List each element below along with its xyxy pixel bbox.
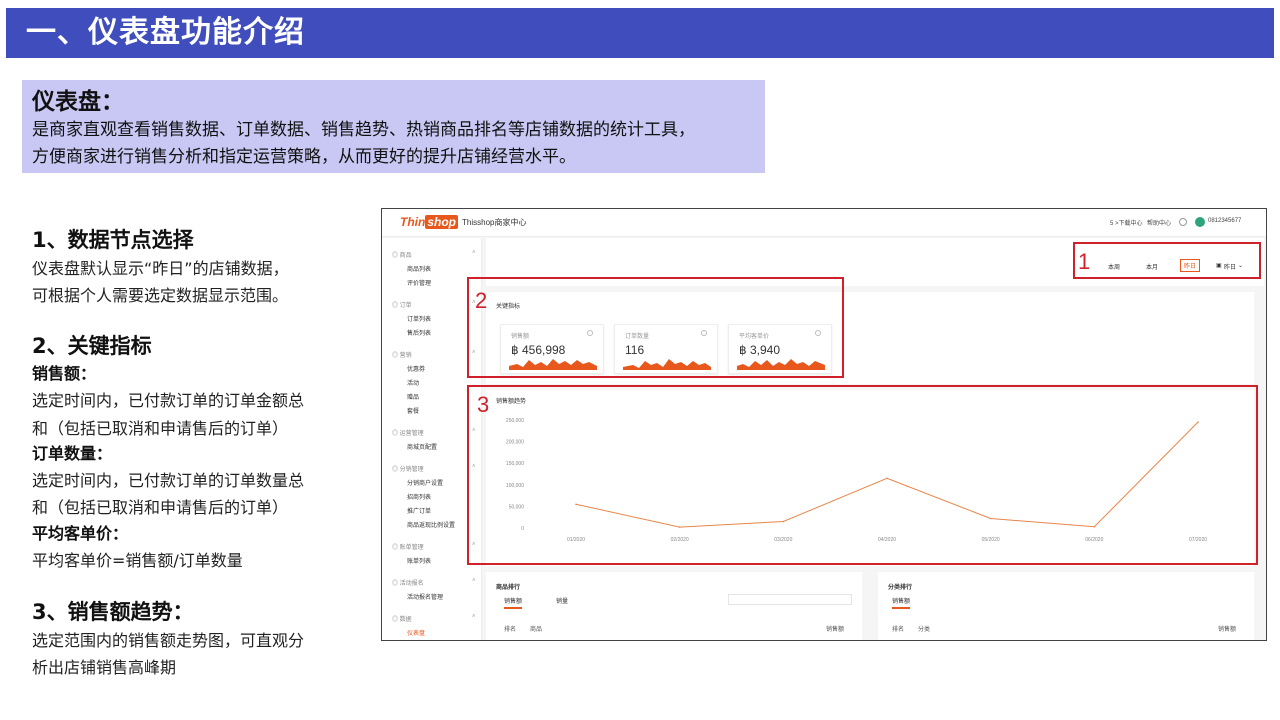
sales-subtitle: 销售额： (32, 364, 97, 383)
category-rank-title: 分类排行 (888, 585, 913, 591)
col-rank: 排名 (504, 627, 517, 633)
sidebar-group[interactable]: ◎ 订单 (392, 300, 412, 309)
sidebar-item[interactable]: 评价管理 (407, 278, 431, 287)
intro-title: 仪表盘： (32, 89, 124, 115)
thinshop-logo[interactable]: Thin shop (400, 215, 458, 229)
sidebar-group[interactable]: ◎ 运营管理 (392, 428, 424, 437)
sidebar-group[interactable]: ◎ 数据 (392, 614, 412, 623)
account-phone[interactable]: 0812345677 (1208, 218, 1241, 224)
sidebar-item[interactable]: 活动报名管理 (407, 592, 443, 601)
category-rank-card: 分类排行 销售额 排名 分类 销售额 (878, 572, 1254, 640)
sidebar-item[interactable]: 商城页配置 (407, 442, 437, 451)
sidebar-group[interactable]: ◎ 活动报名 (392, 578, 424, 587)
tab-sales[interactable]: 销售额 (892, 596, 911, 609)
marker-box-3 (467, 385, 1258, 565)
sidebar-item[interactable]: 推广订单 (407, 506, 431, 515)
col-sales: 销售额 (826, 627, 845, 633)
sidebar-group[interactable]: ◎ 商品 (392, 250, 412, 259)
sales-desc: 和（包括已取消和申请售后的订单） (32, 419, 289, 438)
section3-line: 选定范围内的销售额走势图，可直观分 (32, 631, 305, 650)
tab-sales[interactable]: 销售额 (504, 596, 523, 609)
section3-heading: 3、销售额趋势： (32, 600, 194, 624)
globe-icon[interactable] (1179, 218, 1187, 226)
sidebar-group[interactable]: ◎ 账单管理 (392, 542, 424, 551)
section3-line: 析出店铺销售高峰期 (32, 658, 177, 677)
intro-line: 方便商家进行销售分析和指定运营策略，从而更好的提升店铺经营水平。 (32, 147, 576, 167)
logo-shop: shop (425, 215, 458, 229)
sidebar-item[interactable]: 商品返现比例设置 (407, 520, 455, 529)
sidebar-item[interactable]: 活动 (407, 378, 419, 387)
sidebar-item[interactable]: 售后列表 (407, 328, 431, 337)
marker-number-3: 3 (477, 392, 490, 417)
col-rank: 排名 (892, 627, 905, 633)
sidebar-group[interactable]: ◎ 分销管理 (392, 464, 424, 473)
sales-desc: 选定时间内，已付款订单的订单金额总 (32, 391, 305, 410)
orders-desc: 选定时间内，已付款订单的订单数量总 (32, 471, 305, 490)
sidebar-item[interactable]: 赠品 (407, 392, 419, 401)
chevron-up-icon[interactable]: ˄ (472, 614, 476, 620)
col-product: 商品 (530, 627, 543, 633)
category-select[interactable] (728, 594, 852, 605)
app-topbar: Thin shop Thisshop商家中心 5 >下载中心 帮助中心 08123… (382, 209, 1266, 237)
chevron-up-icon[interactable]: ˄ (472, 578, 476, 584)
product-rank-title: 商品排行 (496, 585, 521, 591)
orders-desc: 和（包括已取消和申请售后的订单） (32, 498, 289, 517)
page-title: 一、仪表盘功能介绍 (26, 15, 305, 50)
avg-desc: 平均客单价=销售额/订单数量 (32, 551, 243, 570)
avg-subtitle: 平均客单价： (32, 524, 129, 543)
sidebar-item[interactable]: 账单列表 (407, 556, 431, 565)
sidebar-item[interactable]: 优惠券 (407, 364, 425, 373)
intro-line: 是商家直观查看销售数据、订单数据、销售趋势、热销商品排名等店铺数据的统计工具， (32, 120, 695, 140)
help-center-link[interactable]: 帮助中心 (1147, 218, 1171, 227)
sidebar-item[interactable]: 商品列表 (407, 264, 431, 273)
marker-number-2: 2 (475, 288, 488, 313)
download-center-link[interactable]: 5 >下载中心 (1110, 218, 1143, 227)
marker-number-1: 1 (1078, 249, 1091, 274)
marker-box-1 (1073, 242, 1261, 279)
dashboard-screenshot: Thin shop Thisshop商家中心 5 >下载中心 帮助中心 08123… (381, 208, 1267, 641)
sidebar-item[interactable]: 招商列表 (407, 492, 431, 501)
section2-heading: 2、关键指标 (32, 334, 152, 358)
app-title: Thisshop商家中心 (462, 218, 527, 227)
col-category: 分类 (918, 627, 931, 633)
section1-line: 可根据个人需要选定数据显示范围。 (32, 286, 289, 305)
section1-heading: 1、数据节点选择 (32, 228, 194, 252)
sidebar-item[interactable]: 订单列表 (407, 314, 431, 323)
sidebar-item[interactable]: 仪表盘 (407, 628, 425, 637)
marker-box-2 (467, 277, 844, 378)
sidebar-group[interactable]: ◎ 营销 (392, 350, 412, 359)
sidebar-item[interactable]: 分销商户设置 (407, 478, 443, 487)
tab-volume[interactable]: 销量 (556, 596, 568, 605)
orders-subtitle: 订单数量： (32, 444, 113, 463)
product-rank-card: 商品排行 销售额 销量 排名 商品 销售额 (486, 572, 862, 640)
sidebar-item[interactable]: 套餐 (407, 406, 419, 415)
col-sales: 销售额 (1218, 627, 1237, 633)
logo-thin: Thin (400, 215, 426, 229)
avatar[interactable] (1195, 217, 1205, 227)
chevron-up-icon[interactable]: ˄ (472, 250, 476, 256)
section1-line: 仪表盘默认显示“昨日”的店铺数据， (32, 259, 289, 278)
